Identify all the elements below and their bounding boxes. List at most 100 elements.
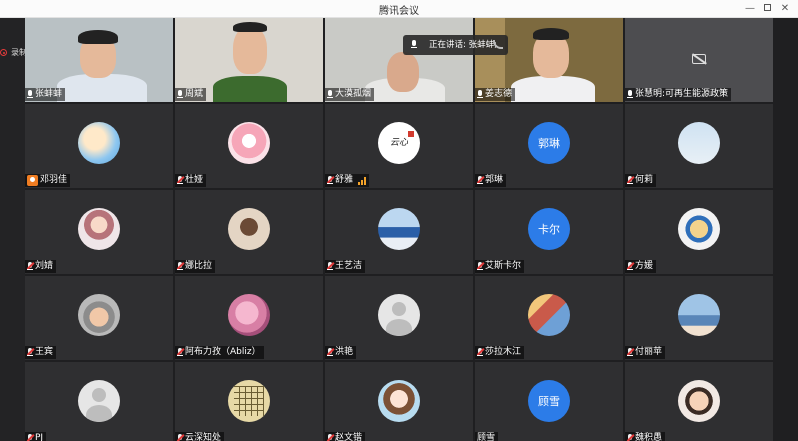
participant-tile[interactable]: 莎拉木江 [475,276,623,360]
record-icon [0,49,7,56]
title-bar: 腾讯会议 — ✕ [0,0,798,18]
side-strip [0,18,25,441]
participant-name: 杜娅 [185,175,204,185]
mic-muted-icon [26,348,35,357]
participant-label: 王艺洁 [325,260,366,273]
participant-label: 郭琳 [475,174,507,187]
speaking-text: 正在讲话: 张蚌蚌; [429,40,497,50]
participant-tile[interactable]: 赵文锴 [325,362,473,441]
participant-name: 魏积愚 [635,433,663,441]
mic-icon [411,40,417,49]
mic-muted-icon [176,434,185,441]
host-icon [27,175,38,186]
participant-name: PJ [35,433,44,441]
participant-tile[interactable]: 洪艳 [325,276,473,360]
avatar [78,122,120,164]
mic-muted-icon [176,348,185,357]
participant-name: 阿布力孜（Abliz） [185,347,261,357]
mic-muted-icon [26,434,35,441]
participant-label: 姜志德 [475,88,516,101]
participant-label: 邓羽佳 [25,174,71,187]
avatar [528,294,570,336]
participant-label: 付丽苹 [625,346,666,359]
mic-icon [477,90,483,99]
minimize-icon[interactable]: — [743,2,757,15]
participant-tile[interactable]: 付丽苹 [625,276,773,360]
video-person [57,74,147,102]
close-icon[interactable]: ✕ [778,2,792,15]
mic-muted-icon [326,348,335,357]
participant-label: 周斌 [175,88,207,101]
avatar [228,380,270,422]
video-tile[interactable]: 大漠孤烟 [325,18,473,102]
participant-label: 云深知处 [175,432,225,441]
video-tile-camera-off[interactable]: 张慧明:可再生能源政策 [625,18,773,102]
participant-label: 赵文锴 [325,432,366,441]
video-tile[interactable]: 姜志德 [475,18,623,102]
participant-name: 王艺洁 [335,261,363,271]
participant-label: 刘婧 [25,260,57,273]
default-avatar-icon [378,294,420,336]
participant-tile[interactable]: 邓羽佳 [25,104,173,188]
participant-label: 娜比拉 [175,260,216,273]
mic-muted-icon [326,176,335,185]
participant-name: 姜志德 [485,89,513,99]
participant-name: 顾雪 [477,433,496,441]
participant-tile[interactable]: 刘婧 [25,190,173,274]
participant-label: 莎拉木江 [475,346,525,359]
participant-name: 王宾 [35,347,54,357]
avatar [228,294,270,336]
video-tile[interactable]: 周斌 [175,18,323,102]
mic-muted-icon [476,176,485,185]
mic-icon [27,90,33,99]
avatar [78,294,120,336]
participant-tile[interactable]: 云深知处 [175,362,323,441]
mic-icon [177,90,183,99]
participant-tile[interactable]: 方媛 [625,190,773,274]
mic-muted-icon [176,262,185,271]
participant-name: 刘婧 [35,261,54,271]
camera-off-icon [692,54,706,64]
avatar [678,380,720,422]
logo-mark: 云心 [382,131,416,148]
participant-tile[interactable]: 郭琳 郭琳 [475,104,623,188]
mic-muted-icon [626,434,635,441]
participant-tile[interactable]: 魏积愚 [625,362,773,441]
participant-tile[interactable]: 云心 舒雅 [325,104,473,188]
avatar [378,380,420,422]
mic-muted-icon [26,262,35,271]
participant-tile[interactable]: 王宾 [25,276,173,360]
mic-muted-icon [476,262,485,271]
participant-name: 何莉 [635,175,654,185]
video-person [511,76,595,102]
avatar [678,122,720,164]
mic-muted-icon [326,434,335,441]
participant-tile[interactable]: 娜比拉 [175,190,323,274]
participant-label: 王宾 [25,346,57,359]
speaking-signal-icon [358,176,367,185]
mic-icon [327,90,333,99]
participant-tile[interactable]: 王艺洁 [325,190,473,274]
participant-name: 赵文锴 [335,433,363,441]
speaking-indicator: 正在讲话: 张蚌蚌; [403,35,508,55]
participant-name: 周斌 [185,89,204,99]
participant-label: 张蚌蚌 [25,88,66,101]
participant-label: 艾斯卡尔 [475,260,525,273]
participant-tile[interactable]: 卡尔 艾斯卡尔 [475,190,623,274]
letter-avatar: 顾雪 [528,380,570,422]
default-avatar-icon [78,380,120,422]
mic-muted-icon [626,348,635,357]
maximize-icon[interactable] [760,2,774,15]
window-title: 腾讯会议 [379,6,419,17]
video-tile[interactable]: 张蚌蚌 [25,18,173,102]
participant-tile[interactable]: 杜娅 [175,104,323,188]
participant-label: 舒雅 [325,174,370,187]
participant-label: 阿布力孜（Abliz） [175,346,264,359]
participant-tile[interactable]: 阿布力孜（Abliz） [175,276,323,360]
participant-tile[interactable]: PJ [25,362,173,441]
mic-muted-icon [626,176,635,185]
participant-tile[interactable]: 顾雪 顾雪 [475,362,623,441]
participant-tile[interactable]: 何莉 [625,104,773,188]
mic-muted-icon [176,176,185,185]
participant-label: 何莉 [625,174,657,187]
